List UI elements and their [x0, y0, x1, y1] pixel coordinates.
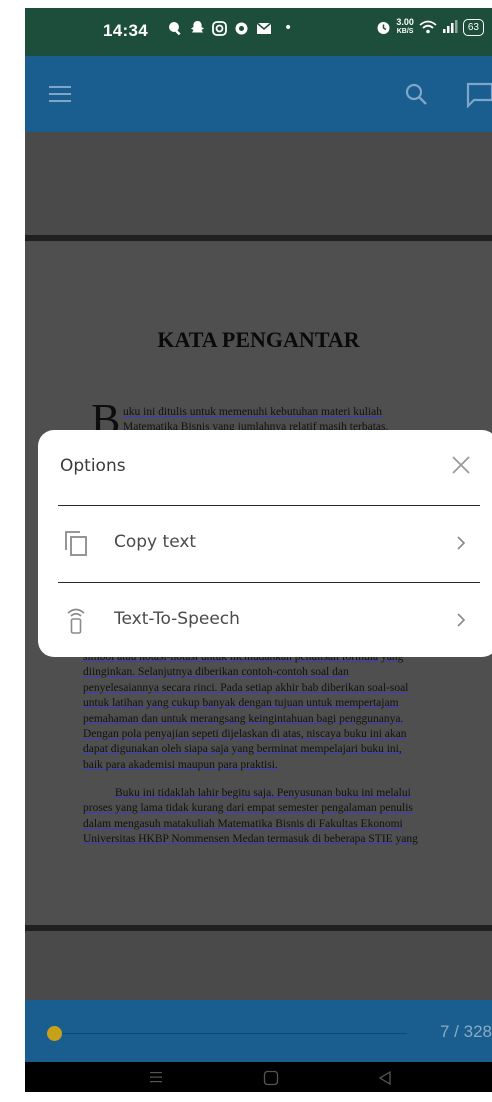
text-line: dalam mengasuh matakuliah Matematika Bis… [83, 817, 403, 830]
previous-page [25, 132, 492, 235]
network-speed-unit: KB/S [396, 28, 414, 35]
text-line: Buku ini tidaklah lahir begitu saja. Pen… [115, 787, 411, 799]
search-icon[interactable] [402, 80, 430, 108]
copy-text-option[interactable]: Copy text [38, 508, 492, 578]
text-line: Dengan pola penyajian sepeti dijelaskan … [83, 728, 407, 741]
alarm-icon [377, 21, 390, 34]
text-line: dapat digunakan oleh siapa saja yang ber… [83, 743, 402, 756]
back-icon[interactable] [378, 1070, 392, 1086]
paragraph-2: Buku ini tidaklah lahir begitu saja. Pen… [83, 786, 455, 848]
page-slider-track[interactable] [47, 1033, 407, 1034]
text-line: diinginkan. Selanjutnya diberikan contoh… [83, 666, 349, 679]
next-page [25, 931, 492, 1000]
options-dialog: Options Copy text Text-To-Speech [38, 430, 492, 657]
text-to-speech-label: Text-To-Speech [114, 609, 240, 629]
options-title: Options [60, 456, 126, 476]
phone-screen: 14:34 • 3.00 KB/S 63 KATA PENGANTAR B uk… [25, 8, 492, 1092]
text-line: Universitas HKBP Nommensen Medan termasu… [83, 833, 418, 846]
page-navigation-bar: 7 / 328 [25, 1000, 492, 1062]
page-slider-thumb[interactable] [47, 1026, 63, 1041]
signal-icon [442, 20, 458, 33]
text-line: pemahaman dan untuk merangsang keinginta… [83, 712, 404, 725]
status-bar: 14:34 • 3.00 KB/S 63 [25, 8, 492, 56]
text-line: proses yang lama tidak kurang dari empat… [83, 802, 413, 815]
status-time: 14:34 [103, 21, 148, 40]
close-icon[interactable] [450, 454, 472, 476]
comment-icon[interactable] [465, 80, 492, 108]
paragraph-1: simbol atau notasi-notasi untuk memudahk… [83, 650, 455, 773]
battery-indicator: 63 [462, 18, 484, 36]
page-heading: KATA PENGANTAR [157, 327, 360, 352]
network-speed-value: 3.00 [396, 17, 414, 27]
network-speed: 3.00 KB/S [396, 18, 414, 36]
system-navigation-bar [25, 1062, 492, 1092]
dot-icon: • [284, 20, 293, 36]
location-icon [235, 22, 248, 34]
text-to-speech-icon [67, 608, 85, 634]
wifi-icon [419, 20, 437, 34]
copy-icon [65, 531, 87, 556]
divider [58, 582, 480, 583]
snapchat-icon [191, 21, 204, 33]
search-notification-icon [169, 22, 181, 36]
chevron-right-icon [457, 536, 466, 550]
page-separator [25, 235, 492, 241]
text-line: baik para akademisi maupun para praktisi… [83, 758, 278, 771]
text-to-speech-option[interactable]: Text-To-Speech [38, 585, 492, 655]
intro-line: uku ini ditulis untuk memenuhi kebutuhan… [123, 406, 383, 418]
divider [58, 505, 480, 506]
notification-icons: • [167, 20, 292, 36]
chevron-right-icon [457, 613, 466, 627]
copy-text-label: Copy text [114, 532, 197, 552]
instagram-icon [212, 20, 227, 36]
page-indicator: 7 / 328 [440, 1022, 492, 1041]
recents-icon[interactable] [149, 1070, 163, 1084]
text-line: penyelesaiannya secara rinci. Pada setia… [83, 681, 409, 694]
home-icon[interactable] [263, 1070, 279, 1086]
status-right: 3.00 KB/S 63 [376, 18, 484, 36]
mail-icon [256, 21, 272, 34]
hamburger-menu-icon[interactable] [47, 80, 75, 108]
app-bar [25, 56, 492, 132]
text-line: untuk latihan yang cukup banyak dengan t… [83, 697, 399, 710]
